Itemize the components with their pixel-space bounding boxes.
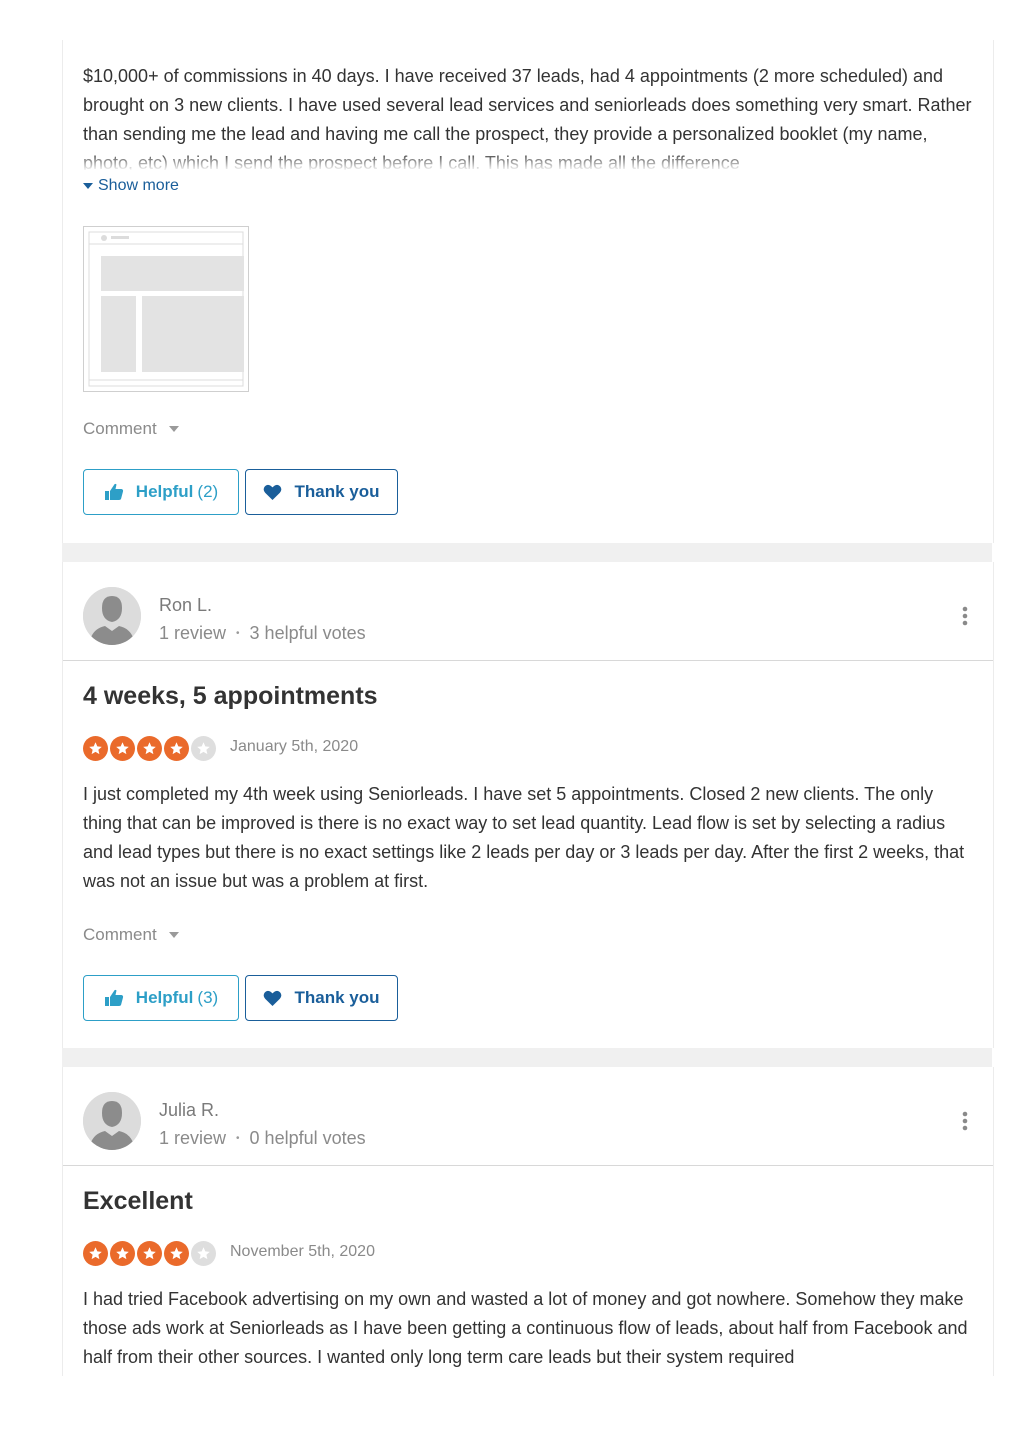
thank-you-button[interactable]: Thank you xyxy=(245,469,398,515)
helpful-votes: 0 helpful votes xyxy=(249,1128,366,1148)
separator-dot: • xyxy=(236,1133,240,1144)
star-icon xyxy=(191,736,216,761)
helpful-label: Helpful xyxy=(135,988,194,1007)
thank-you-label: Thank you xyxy=(294,482,380,501)
review-count: 1 review xyxy=(159,623,227,643)
user-silhouette-icon xyxy=(83,1092,141,1150)
review-date: January 5th, 2020 xyxy=(230,738,359,755)
review-attachment-thumbnail[interactable] xyxy=(83,226,249,392)
helpful-button[interactable]: Helpful (3) xyxy=(83,975,239,1021)
review-text-container: $10,000+ of commissions in 40 days. I ha… xyxy=(83,62,973,170)
review-card-1: $10,000+ of commissions in 40 days. I ha… xyxy=(62,40,994,543)
more-vertical-icon[interactable] xyxy=(961,606,969,626)
star-icon xyxy=(164,736,189,761)
review-title: 4 weeks, 5 appointments xyxy=(83,682,378,710)
comment-label: Comment xyxy=(83,925,157,944)
separator-dot: • xyxy=(236,628,240,639)
reviewer-stats: 1 review • 3 helpful votes xyxy=(159,623,366,644)
star-rating xyxy=(83,1241,216,1266)
heart-icon xyxy=(264,990,282,1006)
review-separator xyxy=(62,1048,992,1067)
thank-you-label: Thank you xyxy=(294,988,380,1007)
caret-down-icon xyxy=(168,932,179,938)
reviewer-header: Ron L. 1 review • 3 helpful votes xyxy=(63,562,993,661)
helpful-votes: 3 helpful votes xyxy=(249,623,366,643)
star-icon xyxy=(137,736,162,761)
comment-toggle[interactable]: Comment xyxy=(83,419,179,439)
star-icon xyxy=(83,736,108,761)
review-count: 1 review xyxy=(159,1128,227,1148)
thumbs-up-icon xyxy=(104,989,123,1006)
caret-down-icon xyxy=(168,426,179,432)
show-more-label: Show more xyxy=(98,177,179,194)
review-separator xyxy=(62,543,992,562)
text-fade xyxy=(83,152,973,170)
image-placeholder-icon xyxy=(88,231,244,387)
review-text: I just completed my 4th week using Senio… xyxy=(83,784,965,891)
user-silhouette-icon xyxy=(83,587,141,645)
review-card-2: Ron L. 1 review • 3 helpful votes 4 week… xyxy=(62,562,994,1048)
reviewer-name[interactable]: Julia R. xyxy=(159,1100,219,1121)
caret-down-icon xyxy=(83,183,93,189)
star-icon xyxy=(164,1241,189,1266)
star-icon xyxy=(110,1241,135,1266)
review-text: I had tried Facebook advertising on my o… xyxy=(83,1289,968,1367)
helpful-count: (2) xyxy=(197,482,219,501)
show-more-link[interactable]: Show more xyxy=(83,177,179,195)
reviewer-stats: 1 review • 0 helpful votes xyxy=(159,1128,366,1149)
reviewer-name[interactable]: Ron L. xyxy=(159,595,212,616)
review-title: Excellent xyxy=(83,1187,193,1215)
thank-you-button[interactable]: Thank you xyxy=(245,975,398,1021)
helpful-button[interactable]: Helpful (2) xyxy=(83,469,239,515)
star-icon xyxy=(191,1241,216,1266)
star-rating xyxy=(83,736,216,761)
helpful-label: Helpful xyxy=(135,482,194,501)
comment-label: Comment xyxy=(83,419,157,438)
comment-toggle[interactable]: Comment xyxy=(83,925,179,945)
review-date: November 5th, 2020 xyxy=(230,1243,375,1260)
helpful-count: (3) xyxy=(197,988,219,1007)
star-icon xyxy=(83,1241,108,1266)
thumbs-up-icon xyxy=(104,483,123,500)
avatar[interactable] xyxy=(83,587,141,645)
reviewer-header: Julia R. 1 review • 0 helpful votes xyxy=(63,1067,993,1166)
star-icon xyxy=(110,736,135,761)
heart-icon xyxy=(264,484,282,500)
avatar[interactable] xyxy=(83,1092,141,1150)
review-card-3: Julia R. 1 review • 0 helpful votes Exce… xyxy=(62,1067,994,1376)
more-vertical-icon[interactable] xyxy=(961,1111,969,1131)
star-icon xyxy=(137,1241,162,1266)
